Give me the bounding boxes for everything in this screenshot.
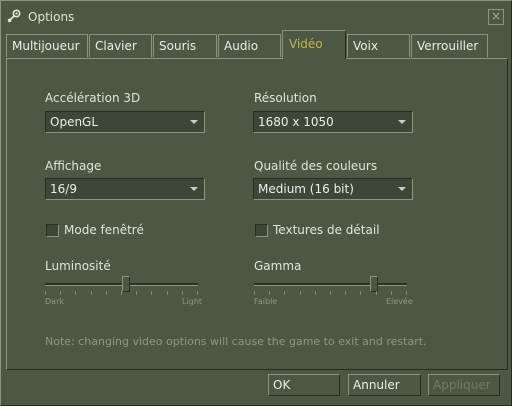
tab-souris[interactable]: Souris — [153, 34, 217, 57]
brightness-label: Luminosité — [45, 259, 111, 273]
tab-multijoueur[interactable]: Multijoueur — [6, 34, 88, 57]
slider-tick — [91, 291, 92, 295]
slider-tick — [330, 291, 331, 295]
gamma-slider[interactable] — [254, 276, 407, 292]
brightness-max-label: Light — [182, 297, 202, 306]
options-dialog: Options × Multijoueur Clavier Souris Aud… — [0, 0, 512, 406]
tab-video[interactable]: Vidéo — [282, 30, 346, 59]
tab-clavier[interactable]: Clavier — [89, 34, 152, 57]
detail-textures-checkbox[interactable] — [255, 224, 268, 237]
windowed-checkbox[interactable] — [46, 224, 59, 237]
slider-tick — [106, 291, 107, 295]
color-quality-select[interactable]: Medium (16 bit) — [253, 178, 413, 200]
resolution-label: Résolution — [254, 91, 317, 105]
gamma-max-label: Elevée — [386, 297, 413, 306]
gamma-track — [254, 283, 407, 286]
display-select[interactable]: 16/9 — [45, 178, 205, 200]
accel-value: OpenGL — [50, 115, 99, 129]
cancel-button[interactable]: Annuler — [348, 374, 421, 396]
steam-icon — [7, 9, 21, 23]
accel-select[interactable]: OpenGL — [45, 111, 205, 133]
chevron-down-icon — [190, 120, 198, 124]
slider-tick — [254, 291, 255, 295]
slider-tick — [376, 291, 377, 295]
gamma-slider-handle[interactable] — [370, 276, 378, 292]
color-quality-value: Medium (16 bit) — [258, 182, 354, 196]
ok-button[interactable]: OK — [268, 374, 340, 396]
gamma-min-label: Faible — [254, 297, 278, 306]
slider-tick — [121, 291, 122, 295]
slider-tick — [406, 291, 407, 295]
brightness-slider-handle[interactable] — [122, 276, 130, 292]
slider-tick — [300, 291, 301, 295]
apply-button[interactable]: Appliquer — [428, 374, 500, 396]
title-bar[interactable]: Options × — [1, 1, 511, 31]
slider-tick — [284, 291, 285, 295]
restart-note: Note: changing video options will cause … — [45, 335, 427, 348]
gamma-label: Gamma — [254, 259, 302, 273]
detail-textures-label[interactable]: Textures de détail — [273, 223, 380, 237]
brightness-ticks — [45, 291, 198, 297]
brightness-slider[interactable] — [45, 276, 198, 292]
tab-audio[interactable]: Audio — [218, 34, 281, 57]
slider-tick — [269, 291, 270, 295]
slider-tick — [60, 291, 61, 295]
tab-voix[interactable]: Voix — [347, 34, 410, 57]
close-icon: × — [490, 9, 502, 23]
slider-tick — [45, 291, 46, 295]
resolution-select[interactable]: 1680 x 1050 — [253, 111, 413, 133]
slider-tick — [182, 291, 183, 295]
slider-tick — [197, 291, 198, 295]
chevron-down-icon — [398, 187, 406, 191]
tab-verrouiller[interactable]: Verrouiller — [411, 34, 488, 57]
resolution-value: 1680 x 1050 — [258, 115, 334, 129]
display-label: Affichage — [45, 159, 102, 173]
chevron-down-icon — [190, 187, 198, 191]
chevron-down-icon — [398, 120, 406, 124]
display-value: 16/9 — [50, 182, 77, 196]
slider-tick — [345, 291, 346, 295]
slider-tick — [75, 291, 76, 295]
slider-tick — [391, 291, 392, 295]
accel-label: Accélération 3D — [45, 91, 141, 105]
slider-tick — [360, 291, 361, 295]
slider-tick — [167, 291, 168, 295]
window-title: Options — [28, 10, 75, 24]
close-button[interactable]: × — [488, 9, 504, 25]
slider-tick — [315, 291, 316, 295]
slider-tick — [151, 291, 152, 295]
slider-tick — [136, 291, 137, 295]
color-quality-label: Qualité des couleurs — [254, 159, 378, 173]
brightness-min-label: Dark — [45, 297, 64, 306]
windowed-label[interactable]: Mode fenêtré — [64, 223, 144, 237]
